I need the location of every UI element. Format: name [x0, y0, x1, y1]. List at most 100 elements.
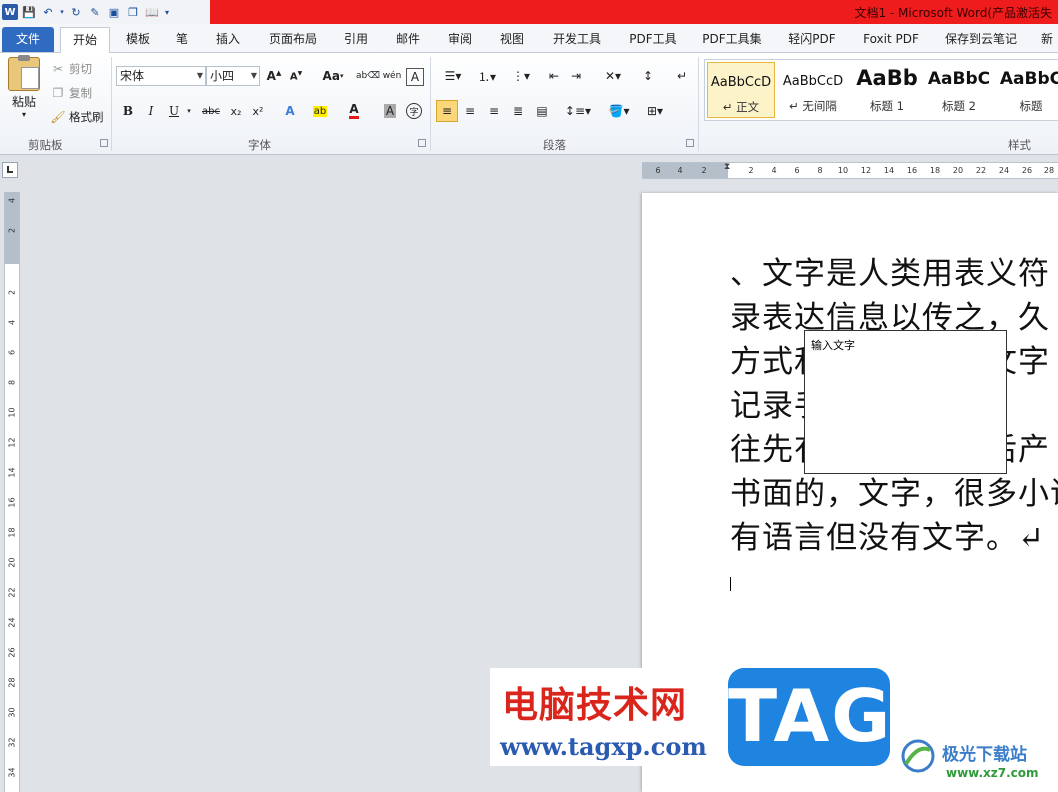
character-shading-button[interactable]: A [380, 101, 400, 121]
distributed-icon: ▤ [536, 104, 548, 118]
ruler-tick: 34 [7, 767, 17, 778]
tab-foxit-pdf[interactable]: Foxit PDF [856, 27, 926, 52]
title-bar: W 💾 ↶ ▾ ↻ ✎ ▣ ❐ 📖 ▾ 文档1 - Microsoft Word… [0, 0, 1058, 24]
paragraph-group-label: 段落 [543, 138, 566, 152]
borders-button[interactable]: ⊞▾ [640, 101, 670, 121]
tab-review[interactable]: 审阅 [440, 27, 480, 52]
redo-icon[interactable]: ↻ [68, 4, 84, 20]
undo-icon[interactable]: ↶ [40, 4, 56, 20]
document-line[interactable]: 有语言但没有文字。↵ [730, 512, 1045, 557]
show-marks-button[interactable]: ↵ [672, 66, 692, 86]
style-normal[interactable]: AaBbCcD ↵ 正文 [707, 62, 775, 118]
edit-icon[interactable]: ✎ [87, 4, 103, 20]
line-spacing-icon: ↕≡▾ [564, 104, 592, 118]
decrease-indent-button[interactable]: ⇤ [544, 66, 564, 86]
highlight-button[interactable]: ab [310, 101, 330, 121]
chinese-layout-button[interactable]: ✕▾ [598, 66, 628, 86]
horizontal-ruler[interactable]: ⧗ 6 4 2 2 4 6 8 10 12 14 16 18 20 22 24 26 28 [642, 162, 1058, 179]
ruler-tick: 32 [7, 737, 17, 748]
indent-marker-icon[interactable]: ⧗ [724, 162, 730, 172]
multilevel-list-button[interactable]: ⋮▾ [506, 66, 536, 86]
justify-button[interactable]: ≣ [508, 101, 528, 121]
bullets-button[interactable]: ☰▾ [438, 66, 468, 86]
style-heading-1[interactable]: AaBb 标题 1 [853, 62, 921, 118]
tab-developer[interactable]: 开发工具 [544, 27, 610, 52]
document-line[interactable]: 、文字是人类用表义符 [730, 248, 1050, 293]
tab-view[interactable]: 视图 [492, 27, 532, 52]
customize-icon[interactable]: ▾ [163, 4, 171, 20]
vertical-ruler[interactable]: 4 2 2 4 6 8 10 12 14 16 18 20 22 24 26 28 30 32 34 [4, 192, 20, 792]
align-center-icon: ≡ [464, 104, 476, 118]
word-logo-icon[interactable]: W [2, 4, 18, 20]
sort-button[interactable]: ↕ [638, 66, 658, 86]
increase-indent-button[interactable]: ⇥ [566, 66, 586, 86]
enclose-characters-button[interactable]: 字 [404, 101, 424, 121]
ruler-tick: 4 [7, 197, 17, 204]
style-heading-2[interactable]: AaBbC 标题 2 [925, 62, 993, 118]
underline-button[interactable]: U [164, 101, 184, 121]
clear-format-button[interactable]: ab⌫ [356, 66, 380, 86]
bold-button[interactable]: B [118, 101, 138, 121]
copy-button[interactable]: ❐ 复制 [50, 85, 92, 101]
justify-icon: ≣ [512, 104, 524, 118]
underline-dropdown[interactable]: ▾ [184, 101, 194, 121]
strikethrough-button[interactable]: abc [198, 101, 224, 121]
style-title[interactable]: AaBbC 标题 [997, 62, 1058, 118]
align-left-button[interactable]: ≡ [436, 100, 458, 122]
align-right-button[interactable]: ≡ [484, 101, 504, 121]
tab-selector[interactable] [2, 162, 18, 178]
tab-flash-pdf[interactable]: 轻闪PDF [780, 27, 844, 52]
tab-template[interactable]: 模板 [118, 27, 158, 52]
tab-references[interactable]: 引用 [336, 27, 376, 52]
cut-button[interactable]: ✂ 剪切 [50, 61, 92, 77]
tab-file[interactable]: 文件 [2, 27, 54, 52]
style-no-spacing[interactable]: AaBbCcD ↵ 无间隔 [779, 62, 847, 118]
distributed-button[interactable]: ▤ [532, 101, 552, 121]
line-spacing-button[interactable]: ↕≡▾ [564, 101, 592, 121]
chevron-down-icon[interactable]: ▾ [59, 4, 65, 20]
document-line[interactable]: 书面的，文字，很多小语 [730, 468, 1058, 513]
text-cursor [730, 577, 731, 591]
numbering-button[interactable]: ⒈▾ [472, 66, 502, 86]
save-icon[interactable]: 💾 [21, 4, 37, 20]
font-name-combo[interactable]: 宋体 ▼ [116, 66, 206, 86]
read-mode-icon[interactable]: 📖 [144, 4, 160, 20]
change-case-button[interactable]: Aa ▾ [318, 66, 348, 86]
tab-insert[interactable]: 插入 [208, 27, 248, 52]
align-center-button[interactable]: ≡ [460, 101, 480, 121]
title-strip: 文档1 - Microsoft Word(产品激活失 [210, 0, 1058, 24]
shading-button[interactable]: 🪣▾ [604, 101, 634, 121]
subscript-button[interactable]: x₂ [226, 101, 246, 121]
shrink-font-button[interactable]: A▼ [286, 66, 306, 86]
format-painter-button[interactable]: 🖌 格式刷 [50, 109, 103, 125]
grow-font-button[interactable]: A▲ [264, 66, 284, 86]
tab-pdf-tools[interactable]: PDF工具 [622, 27, 684, 52]
italic-button[interactable]: I [141, 101, 161, 121]
character-border-button[interactable]: A [406, 68, 424, 86]
tab-pdf-toolset[interactable]: PDF工具集 [696, 27, 768, 52]
font-size-combo[interactable]: 小四 ▼ [206, 66, 260, 86]
tab-cloud-notes[interactable]: 保存到云笔记 [938, 27, 1024, 52]
watermark-site-name: 电脑技术网 [502, 685, 688, 726]
font-color-button[interactable]: A [344, 101, 364, 121]
clipboard-launcher-icon[interactable] [100, 139, 108, 147]
text-effects-button[interactable]: A [280, 101, 300, 121]
print-preview-icon[interactable]: ▣ [106, 4, 122, 20]
copy-icon[interactable]: ❐ [125, 4, 141, 20]
tab-home[interactable]: 开始 [60, 27, 110, 53]
ruler-tick: 6 [794, 166, 800, 175]
tab-mailings[interactable]: 邮件 [388, 27, 428, 52]
tab-page-layout[interactable]: 页面布局 [262, 27, 324, 52]
font-launcher-icon[interactable] [418, 139, 426, 147]
tab-pen[interactable]: 笔 [168, 27, 196, 52]
text-box[interactable]: 输入文字 [804, 330, 1007, 474]
paragraph-launcher-icon[interactable] [686, 139, 694, 147]
phonetic-guide-button[interactable]: wén [382, 66, 402, 86]
tab-new[interactable]: 新 [1036, 27, 1058, 52]
paste-button[interactable]: 粘贴 ▾ [8, 55, 40, 119]
text-box-content[interactable]: 输入文字 [811, 337, 855, 353]
superscript-button[interactable]: x² [248, 101, 268, 121]
ribbon-tabs: 文件 开始 模板 笔 插入 页面布局 引用 邮件 审阅 视图 开发工具 PDF工… [0, 24, 1058, 53]
ruler-tick: 18 [929, 166, 941, 175]
style-preview: AaBbCcD [782, 74, 844, 89]
